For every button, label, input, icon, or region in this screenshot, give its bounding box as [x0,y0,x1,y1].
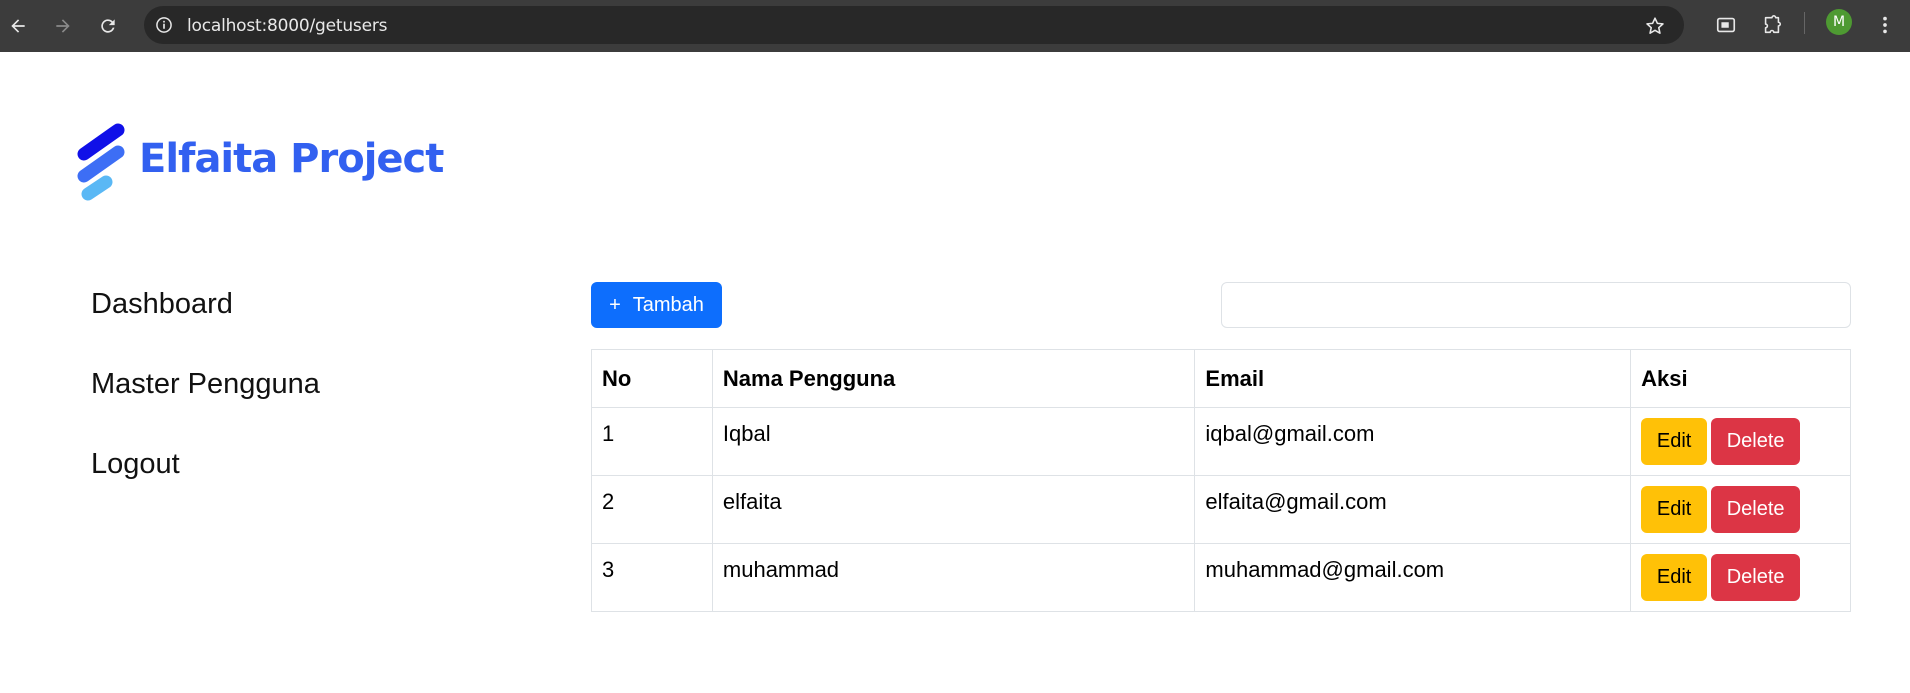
sidebar-nav: Dashboard Master Pengguna Logout [91,280,320,520]
header-name: Nama Pengguna [711,349,1196,408]
delete-button[interactable]: Delete [1711,418,1801,465]
cell-no: 3 [591,543,713,612]
plus-icon: + [609,293,621,316]
brand-name: Elfaita Project [139,136,444,182]
brand-logo[interactable]: Elfaita Project [76,122,444,202]
table-row: 3 muhammad muhammad@gmail.com Edit Delete [591,543,1851,612]
sidebar-item-dashboard[interactable]: Dashboard [91,280,320,360]
sidebar-item-master-pengguna[interactable]: Master Pengguna [91,360,320,440]
cell-name: elfaita [711,475,1196,544]
cell-name: Iqbal [711,407,1196,476]
sidebar-item-logout[interactable]: Logout [91,440,320,520]
reload-icon[interactable] [92,10,124,42]
edit-button[interactable]: Edit [1641,418,1708,465]
cell-email: elfaita@gmail.com [1194,475,1632,544]
header-no: No [591,349,713,408]
back-arrow-icon[interactable] [2,10,34,42]
users-table: No Nama Pengguna Email Aksi 1 Iqbal iqba… [591,349,1851,612]
add-user-button[interactable]: + Tambah [591,282,722,328]
table-row: 1 Iqbal iqbal@gmail.com Edit Delete [591,407,1851,476]
cell-actions: Edit Delete [1630,543,1851,612]
site-info-icon[interactable] [154,15,174,35]
edit-button[interactable]: Edit [1641,486,1708,533]
address-bar[interactable]: localhost:8000/getusers [144,6,1684,44]
table-header-row: No Nama Pengguna Email Aksi [591,349,1851,408]
cell-no: 1 [591,407,713,476]
browser-toolbar: localhost:8000/getusers M [0,0,1910,52]
bookmark-star-icon[interactable] [1644,15,1666,37]
cell-no: 2 [591,475,713,544]
cell-name: muhammad [711,543,1196,612]
forward-arrow-icon[interactable] [47,10,79,42]
delete-button[interactable]: Delete [1711,486,1801,533]
cell-email: iqbal@gmail.com [1194,407,1632,476]
kebab-menu-icon[interactable] [1871,11,1899,39]
search-input[interactable] [1221,282,1851,328]
picture-in-picture-icon[interactable] [1712,11,1740,39]
header-aksi: Aksi [1630,349,1851,408]
cell-email: muhammad@gmail.com [1194,543,1632,612]
logo-stripes-icon [77,123,125,201]
profile-avatar[interactable]: M [1826,9,1852,35]
header-email: Email [1194,349,1632,408]
cell-actions: Edit Delete [1630,407,1851,476]
edit-button[interactable]: Edit [1641,554,1708,601]
url-text: localhost:8000/getusers [187,16,388,36]
cell-actions: Edit Delete [1630,475,1851,544]
add-button-label: Tambah [632,293,704,316]
extensions-puzzle-icon[interactable] [1758,11,1786,39]
delete-button[interactable]: Delete [1711,554,1801,601]
toolbar-divider [1804,12,1805,34]
table-row: 2 elfaita elfaita@gmail.com Edit Delete [591,475,1851,544]
